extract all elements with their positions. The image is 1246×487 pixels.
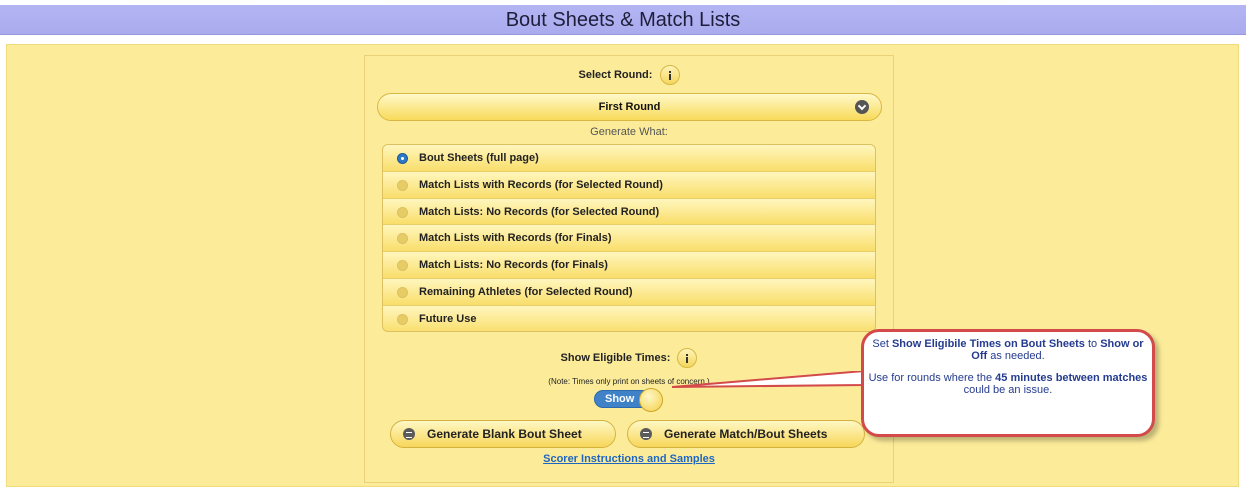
grid-icon: [640, 428, 652, 440]
radio-icon: [397, 313, 408, 325]
button-label: Generate Match/Bout Sheets: [664, 427, 828, 441]
select-round-row: Select Round:: [365, 65, 893, 85]
generate-sheets-button[interactable]: Generate Match/Bout Sheets: [627, 420, 865, 448]
select-round-label: Select Round:: [578, 68, 653, 81]
option-label: Bout Sheets (full page): [419, 152, 539, 164]
scorer-instructions-link[interactable]: Scorer Instructions and Samples: [365, 453, 893, 465]
radio-icon: [397, 260, 408, 272]
toggle-label: Show: [605, 393, 635, 405]
button-label: Generate Blank Bout Sheet: [427, 427, 582, 441]
option-label: Future Use: [419, 312, 477, 325]
callout-pointer: [672, 371, 864, 388]
radio-match-lists-norecords-round[interactable]: Match Lists: No Records (for Selected Ro…: [383, 198, 875, 226]
tip-callout: Set Show Eligibile Times on Bout Sheets …: [861, 329, 1155, 437]
option-label: Match Lists: No Records (for Selected Ro…: [419, 205, 660, 218]
radio-remaining-athletes[interactable]: Remaining Athletes (for Selected Round): [383, 278, 875, 306]
generate-what-label: Generate What:: [590, 126, 668, 138]
callout-text: Use for rounds where the: [868, 372, 996, 384]
eligible-times-label: Show Eligible Times:: [560, 351, 671, 364]
info-icon[interactable]: [659, 65, 680, 85]
radio-selected-icon: [397, 153, 408, 164]
generate-options: Bout Sheets (full page) Match Lists with…: [382, 144, 876, 332]
radio-icon: [397, 286, 408, 298]
chevron-down-icon: [855, 100, 869, 114]
generate-blank-button[interactable]: Generate Blank Bout Sheet: [390, 420, 616, 448]
radio-icon: [397, 206, 408, 218]
option-label: Match Lists: No Records (for Finals): [419, 259, 608, 272]
callout-text: as needed.: [987, 350, 1045, 362]
radio-icon: [397, 233, 408, 245]
radio-icon: [397, 179, 408, 191]
info-icon[interactable]: [677, 348, 698, 368]
radio-match-lists-records-finals[interactable]: Match Lists with Records (for Finals): [383, 225, 875, 253]
callout-text: to: [1084, 338, 1101, 350]
radio-future-use[interactable]: Future Use: [383, 305, 875, 331]
radio-bout-sheets[interactable]: Bout Sheets (full page): [383, 145, 875, 172]
page-title: Bout Sheets & Match Lists: [0, 5, 1246, 35]
callout-text-1: Set Show Eligibile Times on Bout Sheets …: [864, 338, 1152, 362]
bout-sheet-panel: Select Round: First Round Generate What:…: [364, 55, 894, 483]
radio-match-lists-records-round[interactable]: Match Lists with Records (for Selected R…: [383, 171, 875, 199]
option-label: Remaining Athletes (for Selected Round): [419, 285, 633, 298]
callout-text: could be an issue.: [963, 384, 1053, 396]
option-label: Match Lists with Records (for Selected R…: [419, 178, 663, 191]
callout-bold: 45 minutes between matches: [995, 372, 1148, 384]
callout-bold: Show Eligibile Times on Bout Sheets: [891, 338, 1085, 350]
round-select-value: First Round: [598, 101, 661, 113]
grid-icon: [403, 428, 415, 440]
toggle-knob[interactable]: [639, 388, 663, 412]
eligible-times-row: Show Eligible Times:: [365, 348, 893, 368]
option-label: Match Lists with Records (for Finals): [419, 232, 612, 245]
show-times-toggle[interactable]: Show: [594, 388, 663, 412]
radio-match-lists-norecords-finals[interactable]: Match Lists: No Records (for Finals): [383, 252, 875, 279]
callout-text: Set: [872, 338, 892, 350]
round-select[interactable]: First Round: [377, 93, 882, 121]
callout-text-2: Use for rounds where the 45 minutes betw…: [864, 372, 1152, 396]
